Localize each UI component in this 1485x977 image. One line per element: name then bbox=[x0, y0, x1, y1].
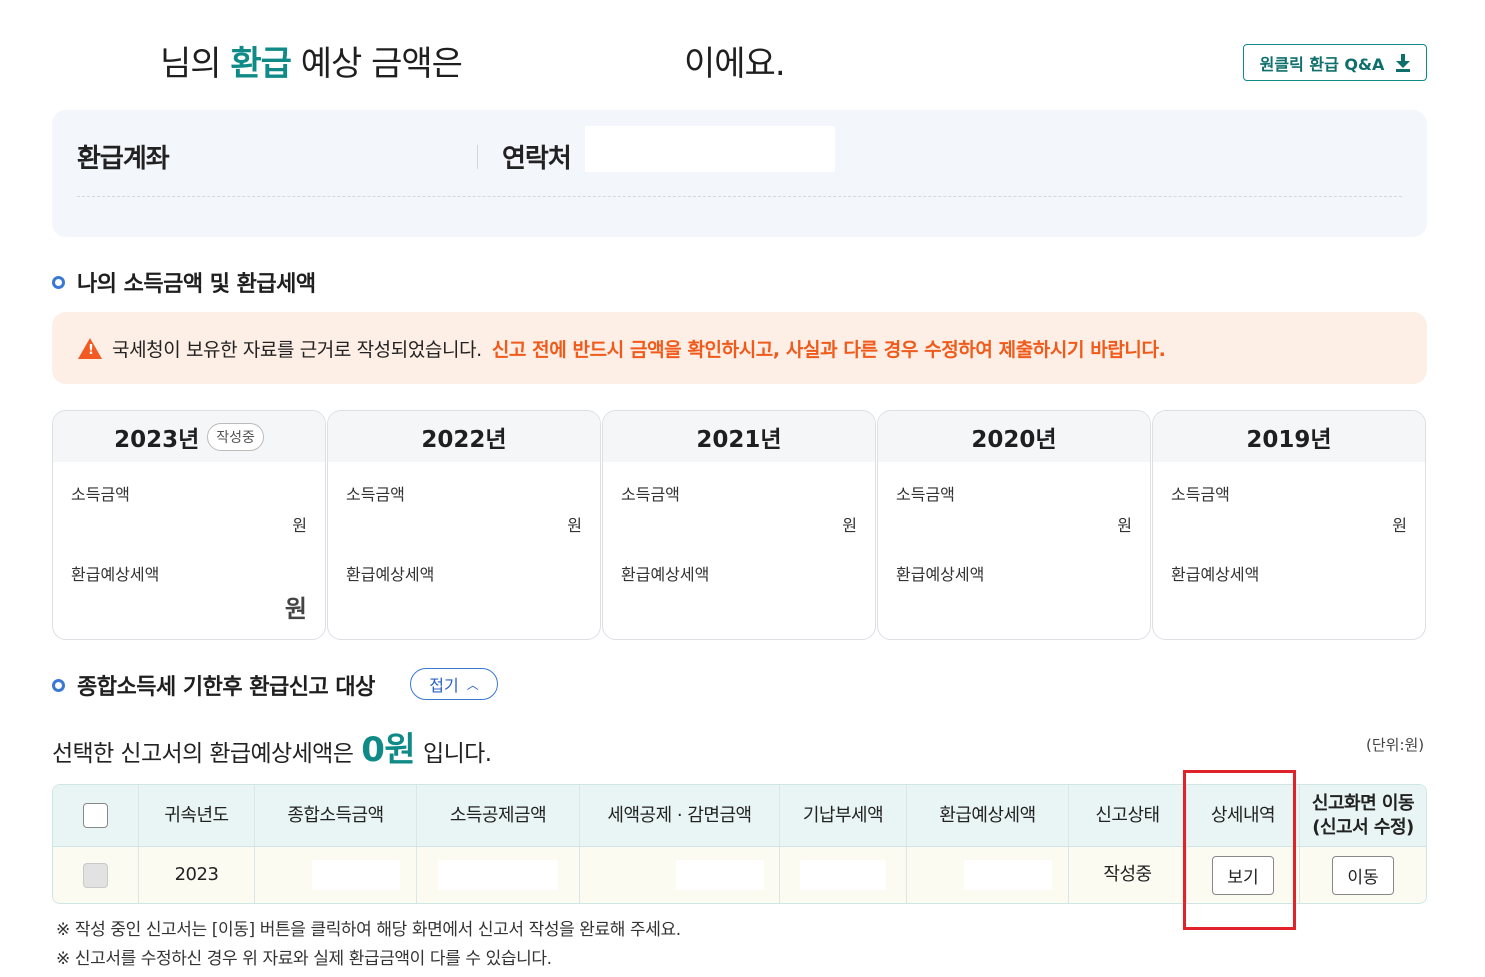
year-title: 2023년 bbox=[114, 426, 200, 453]
col-expected-refund: 환급예상세액 bbox=[907, 785, 1069, 846]
refund-label: 환급예상세액 bbox=[1171, 565, 1260, 584]
col-prepaid-tax: 기납부세액 bbox=[780, 785, 907, 846]
cell-prepaid-tax-redacted bbox=[800, 860, 886, 890]
warning-banner: ! 국세청이 보유한 자료를 근거로 작성되었습니다. 신고 전에 반드시 금액… bbox=[52, 312, 1427, 384]
income-section-title: 나의 소득금액 및 환급세액 bbox=[52, 266, 316, 298]
cell-status: 작성중 bbox=[1069, 847, 1187, 903]
col-tax-credit: 세액공제 · 감면금액 bbox=[580, 785, 780, 846]
status-badge: 작성중 bbox=[207, 422, 264, 451]
income-unit: 원 bbox=[292, 516, 307, 535]
collapse-button[interactable]: 접기 ︿ bbox=[410, 668, 498, 700]
income-label: 소득금액 bbox=[1171, 485, 1230, 504]
row-checkbox[interactable] bbox=[83, 862, 108, 888]
refund-headline: 님의 환급 예상 금액은 bbox=[160, 36, 463, 85]
year-card-2019: 2019년 소득금액 원 환급예상세액 bbox=[1152, 410, 1426, 640]
account-dashed-divider bbox=[77, 196, 1402, 197]
warning-highlight: 신고 전에 반드시 금액을 확인하시고, 사실과 다른 경우 수정하여 제출하시… bbox=[491, 338, 1166, 361]
year-card-2020: 2020년 소득금액 원 환급예상세액 bbox=[877, 410, 1151, 640]
warning-text: 국세청이 보유한 자료를 근거로 작성되었습니다. bbox=[112, 338, 482, 361]
refund-label: 환급예상세액 bbox=[896, 565, 985, 584]
headline-suffix: 예상 금액은 bbox=[290, 44, 463, 84]
move-button[interactable]: 이동 bbox=[1332, 855, 1394, 895]
year-title: 2019년 bbox=[1246, 426, 1332, 453]
cell-year: 2023 bbox=[139, 847, 255, 903]
headline-accent: 환급 bbox=[230, 44, 292, 84]
contact-value-redacted bbox=[585, 126, 835, 172]
cell-tax-credit-redacted bbox=[675, 860, 764, 890]
contact-label: 연락처 bbox=[502, 144, 572, 174]
col-status: 신고상태 bbox=[1069, 785, 1187, 846]
income-label: 소득금액 bbox=[896, 485, 955, 504]
note-2: ※ 신고서를 수정하신 경우 위 자료와 실제 환급금액이 다를 수 있습니다. bbox=[56, 949, 552, 969]
refund-qa-button[interactable]: 원클릭 환급 Q&A bbox=[1243, 44, 1427, 81]
refund-label: 환급예상세액 bbox=[346, 565, 435, 584]
cell-expected-refund-redacted bbox=[963, 860, 1052, 890]
qa-button-label: 원클릭 환급 Q&A bbox=[1259, 54, 1385, 74]
year-title: 2020년 bbox=[971, 426, 1057, 453]
summary-amount: 0원 bbox=[361, 730, 416, 770]
refund-account-label: 환급계좌 bbox=[77, 144, 170, 174]
income-unit: 원 bbox=[567, 516, 582, 535]
year-title: 2022년 bbox=[421, 426, 507, 453]
year-card-2022: 2022년 소득금액 원 환급예상세액 bbox=[327, 410, 601, 640]
col-move: 신고화면 이동 (신고서 수정) bbox=[1311, 793, 1415, 838]
unit-note: (단위:원) bbox=[1366, 736, 1425, 754]
summary-suffix: 입니다. bbox=[423, 741, 492, 767]
bullet-icon bbox=[52, 275, 65, 289]
download-icon bbox=[1396, 53, 1411, 72]
year-card-2023: 2023년 작성중 소득금액 원 환급예상세액 원 bbox=[52, 410, 326, 640]
income-label: 소득금액 bbox=[621, 485, 680, 504]
headline-prefix: 님의 bbox=[160, 44, 231, 84]
refund-summary: 선택한 신고서의 환급예상세액은 0원 입니다. bbox=[52, 722, 492, 771]
collapse-label: 접기 bbox=[429, 676, 459, 695]
refund-label: 환급예상세액 bbox=[621, 565, 710, 584]
income-unit: 원 bbox=[1117, 516, 1132, 535]
account-divider bbox=[477, 145, 478, 169]
year-title: 2021년 bbox=[696, 426, 782, 453]
note-1: ※ 작성 중인 신고서는 [이동] 버튼을 클릭하여 해당 화면에서 신고서 작… bbox=[56, 920, 681, 940]
summary-prefix: 선택한 신고서의 환급예상세액은 bbox=[52, 741, 354, 767]
header-select-all bbox=[53, 785, 139, 846]
highlight-box bbox=[1183, 770, 1296, 930]
income-unit: 원 bbox=[1392, 516, 1407, 535]
bullet-icon bbox=[52, 678, 65, 692]
cell-income-deduction-redacted bbox=[438, 860, 558, 890]
income-section-title-text: 나의 소득금액 및 환급세액 bbox=[77, 272, 316, 297]
refund-label: 환급예상세액 bbox=[71, 565, 160, 584]
refund-unit: 원 bbox=[284, 595, 307, 623]
headline-tail: 이에요. bbox=[684, 44, 786, 84]
col-income-deduction: 소득공제금액 bbox=[417, 785, 580, 846]
cell-total-income-redacted bbox=[311, 860, 400, 890]
chevron-up-icon: ︿ bbox=[466, 677, 479, 692]
income-label: 소득금액 bbox=[346, 485, 405, 504]
target-section-title-text: 종합소득세 기한후 환급신고 대상 bbox=[77, 675, 375, 700]
col-total-income: 종합소득금액 bbox=[255, 785, 417, 846]
col-year: 귀속년도 bbox=[139, 785, 255, 846]
year-card-2021: 2021년 소득금액 원 환급예상세액 bbox=[602, 410, 876, 640]
income-unit: 원 bbox=[842, 516, 857, 535]
income-label: 소득금액 bbox=[71, 485, 130, 504]
select-all-checkbox[interactable] bbox=[83, 803, 108, 828]
target-section-title: 종합소득세 기한후 환급신고 대상 bbox=[52, 669, 375, 701]
warning-icon: ! bbox=[78, 337, 102, 359]
